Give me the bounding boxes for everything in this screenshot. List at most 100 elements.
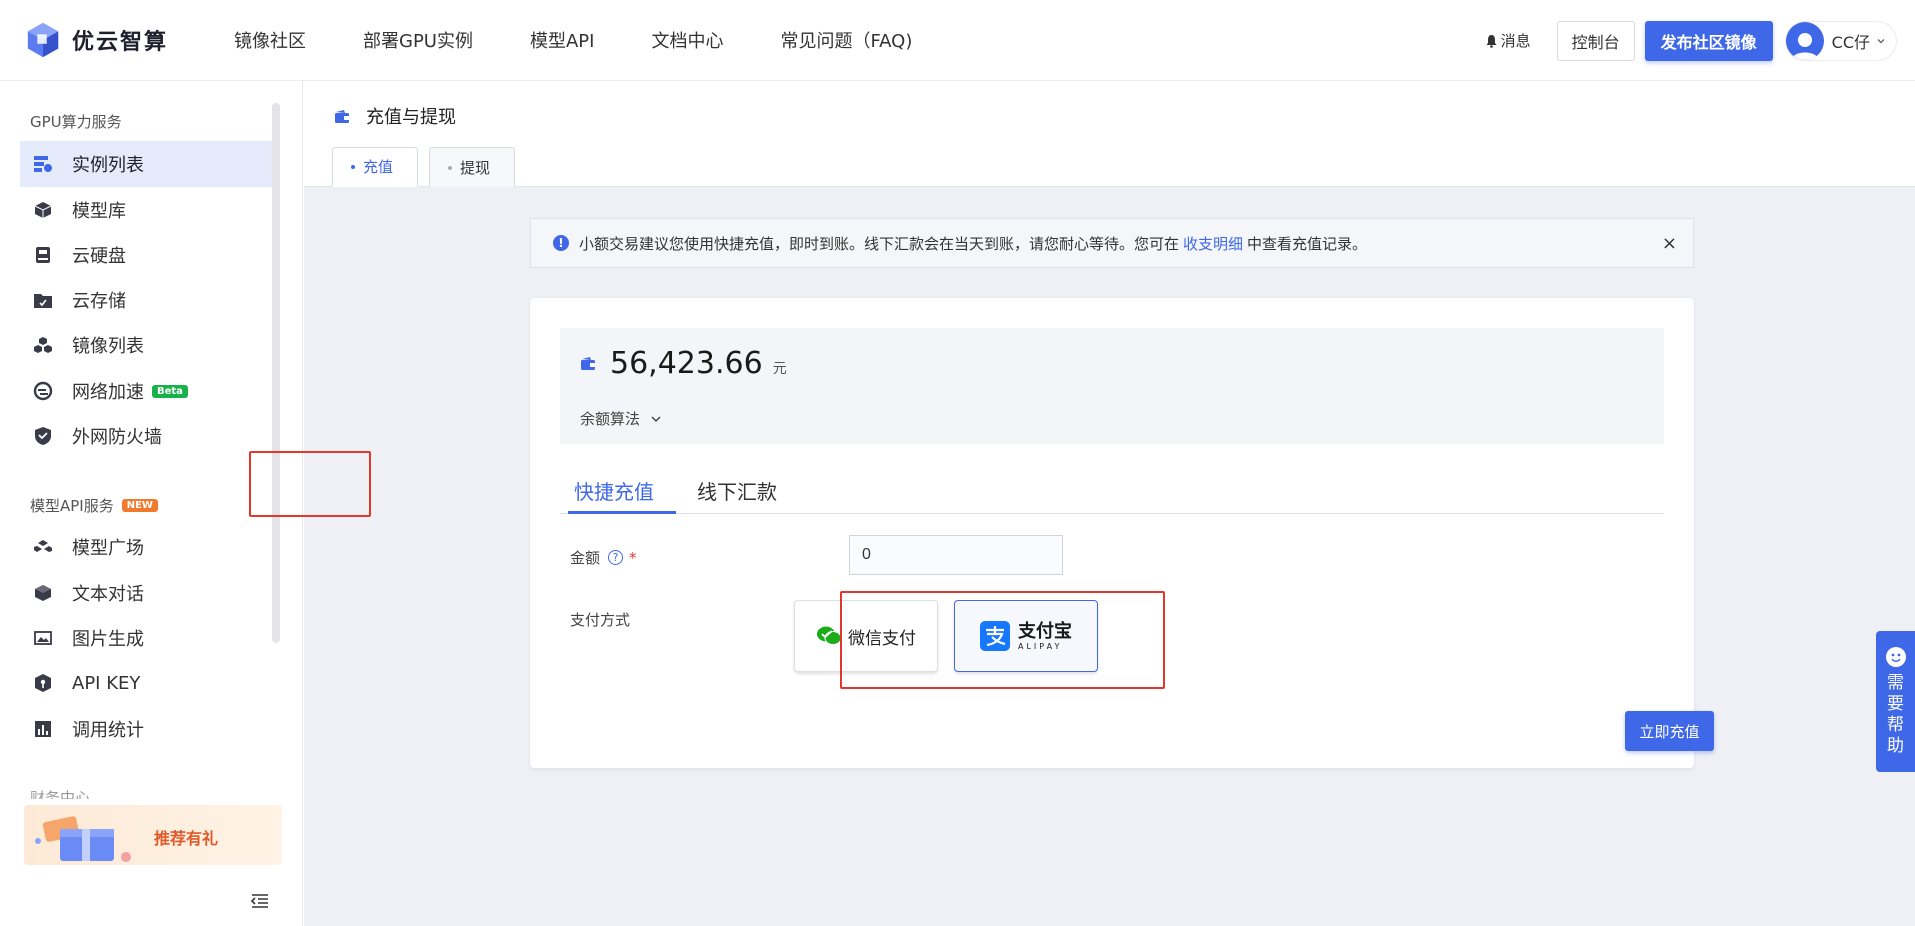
sidebar-item-label: 云硬盘 [72,246,126,267]
messages-link[interactable]: 消息 [1485,30,1531,51]
help-widget[interactable]: 需 要 帮 助 [1876,631,1915,772]
close-icon[interactable]: × [1662,233,1677,254]
sidebar-item-network-accel[interactable]: 网络加速 Beta [20,368,272,414]
nav-deploy-gpu[interactable]: 部署GPU实例 [363,27,473,53]
nav-model-api[interactable]: 模型API [530,27,594,53]
bell-icon [1486,34,1497,48]
transaction-details-link[interactable]: 收支明细 [1183,233,1243,254]
tab-label: 充值 [363,158,394,176]
gift-box-icon [35,816,131,862]
instance-list-icon [32,153,54,175]
sidebar-item-label: 文本对话 [72,584,144,605]
wechat-icon [817,626,842,645]
new-badge: NEW [121,499,158,512]
sidebar-group-label: 模型API服务 [30,497,114,515]
sidebar-item-firewall[interactable]: 外网防火墙 [20,413,272,459]
sidebar-item-image-gen[interactable]: 图片生成 [20,615,272,661]
sidebar-item-label: 云存储 [72,291,126,312]
amount-label: 金额 [570,549,601,567]
console-button[interactable]: 控制台 [1556,20,1635,61]
recharge-now-button[interactable]: 立即充值 [1625,711,1714,751]
balance-algorithm-label: 余额算法 [580,410,641,428]
cloud-cubes-icon [32,536,54,558]
sidebar-item-label: 实例列表 [72,155,144,176]
help-text-char: 需 [1887,673,1904,693]
recharge-card: 56,423.66 元 余额算法 快捷充值 线下汇款 金额 ? * 支付方式 [530,298,1714,768]
sidebar-item-instances[interactable]: 实例列表 [20,141,272,187]
brand-logo[interactable]: 优云智算 [24,21,192,59]
referral-label: 推荐有礼 [154,829,219,848]
nav-docs[interactable]: 文档中心 [651,27,723,53]
help-icon[interactable]: ? [608,550,624,565]
wallet-icon [581,357,595,370]
info-alert: ! 小额交易建议您使用快捷充值，即时到账。线下汇款会在当天到账，请您耐心等待。您… [530,218,1694,268]
required-mark: * [629,548,637,567]
speed-icon [32,380,54,402]
alert-text: 小额交易建议您使用快捷充值，即时到账。线下汇款会在当天到账，请您耐心等待。您可在 [579,234,1180,253]
balance-algorithm-toggle[interactable]: 余额算法 [580,408,662,429]
tab-dot [351,164,355,169]
nav-faq[interactable]: 常见问题（FAQ) [780,27,912,53]
wallet-icon [335,109,349,123]
payment-tabs: 快捷充值 线下汇款 [560,466,1664,514]
sidebar-item-model-library[interactable]: 模型库 [20,187,272,233]
nav-image-community[interactable]: 镜像社区 [234,27,306,53]
page-title: 充值与提现 [334,103,456,129]
sidebar-group-model-api: 模型API服务 NEW [30,495,158,516]
messages-label: 消息 [1500,32,1531,50]
tab-recharge[interactable]: 充值 [332,147,418,187]
active-tab-underline [568,511,676,514]
cube-icon [32,582,54,604]
sidebar-group-finance: 财务中心 [30,789,91,799]
sidebar-item-usage-stats[interactable]: 调用统计 [20,706,272,752]
main-content: 充值与提现 充值 提现 ! 小额交易建议您使用快捷充值，即时到账。线下汇款会在当… [304,81,1915,926]
bar-chart-icon [32,718,54,740]
page-title-text: 充值与提现 [366,107,456,128]
main-nav: 镜像社区 部署GPU实例 模型API 文档中心 常见问题（FAQ) [234,27,969,53]
shield-icon [32,425,54,447]
image-icon [32,627,54,649]
sidebar-item-images[interactable]: 镜像列表 [20,322,272,368]
user-avatar-icon [1791,32,1818,60]
brand-name: 优云智算 [72,30,169,55]
info-icon: ! [553,235,569,251]
sidebar-item-cloud-disk[interactable]: 云硬盘 [20,232,272,278]
sidebar-item-text-chat[interactable]: 文本对话 [20,570,272,616]
amount-input[interactable] [849,535,1063,575]
amount-field-label: 金额 ? * [570,547,637,568]
collapse-sidebar-icon[interactable] [250,893,270,909]
help-text-char: 助 [1887,736,1904,756]
user-menu[interactable]: CC仔 [1784,20,1897,61]
tab-withdraw[interactable]: 提现 [429,147,515,187]
cubes-icon [32,334,54,356]
cube-logo-icon [27,22,59,58]
sidebar-item-label: 镜像列表 [72,336,144,357]
tab-offline-transfer[interactable]: 线下汇款 [697,466,777,514]
sidebar-item-label: 调用统计 [72,720,144,741]
balance-unit: 元 [772,361,787,377]
referral-banner[interactable]: 推荐有礼 [24,805,282,865]
sidebar-item-api-key[interactable]: API KEY [20,660,272,706]
page-header: 充值与提现 充值 提现 [304,81,1915,187]
payment-method-label: 支付方式 [570,611,631,629]
help-text-char: 帮 [1887,715,1904,735]
sidebar-item-label: 外网防火墙 [72,427,162,448]
sidebar-item-label: API KEY [72,672,141,694]
sidebar-item-label: 模型广场 [72,538,144,559]
sidebar-group-gpu: GPU算力服务 [30,113,122,131]
beta-badge: Beta [152,384,188,398]
sidebar-scrollbar[interactable] [272,103,280,643]
tab-label: 提现 [460,159,491,177]
hard-disk-icon [32,244,54,266]
sidebar-item-cloud-storage[interactable]: 云存储 [20,277,272,323]
help-text-char: 要 [1887,694,1904,714]
folder-icon [32,289,54,311]
balance-amount: 56,423.66 [610,346,763,381]
sidebar-item-model-square[interactable]: 模型广场 [20,524,272,570]
highlight-box-payment-methods [840,591,1165,689]
sidebar-item-label: 模型库 [72,201,126,222]
top-navbar: 优云智算 镜像社区 部署GPU实例 模型API 文档中心 常见问题（FAQ) 消… [0,0,1915,81]
tab-quick-recharge[interactable]: 快捷充值 [574,466,654,514]
alert-text-tail: 中查看充值记录。 [1247,234,1368,253]
publish-image-button[interactable]: 发布社区镜像 [1644,20,1773,61]
